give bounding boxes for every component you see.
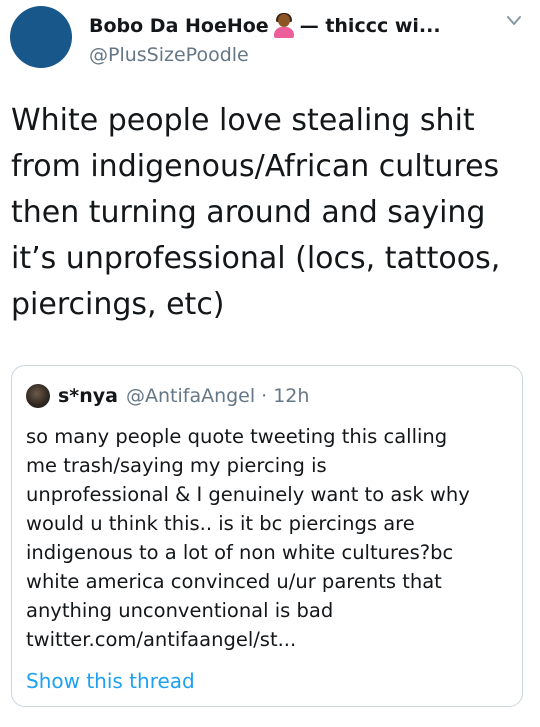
quoted-text-line: white america convinced u/ur parents tha… [26, 570, 442, 593]
quoted-text-line: me trash/saying my piercing is [26, 454, 327, 477]
quoted-text-line: anything unconventional is bad [26, 599, 334, 622]
quoted-author-display-name: s*nya [58, 385, 118, 407]
quoted-author-handle: @AntifaAngel [125, 385, 256, 407]
quoted-tweet-header: s*nya @AntifaAngel · 12h [26, 384, 309, 408]
quoted-text-line: unprofessional & I genuinely want to ask… [26, 483, 470, 506]
quoted-tweet-card[interactable]: s*nya @AntifaAngel · 12h so many people … [11, 365, 523, 707]
author-handle[interactable]: @PlusSizePoodle [89, 44, 249, 66]
quoted-text-line: indigenous to a lot of non white culture… [26, 541, 454, 564]
show-this-thread-link[interactable]: Show this thread [26, 669, 195, 693]
person-gesturing-no-icon [272, 13, 296, 38]
quoted-tweet-text: so many people quote tweeting this calli… [26, 422, 516, 654]
quoted-text-link[interactable]: twitter.com/antifaangel/st... [26, 625, 516, 654]
quoted-author-avatar [26, 384, 50, 408]
tweet-text: White people love stealing shit from ind… [11, 103, 501, 322]
author-name-suffix: — thiccc wi... [299, 15, 441, 37]
chevron-down-icon[interactable] [506, 15, 522, 27]
author-name-row[interactable]: Bobo Da HoeHoe — thiccc wi... [89, 13, 441, 38]
quoted-tweet-timestamp: 12h [273, 385, 310, 407]
header-separator: · [261, 385, 268, 407]
author-avatar[interactable] [10, 6, 72, 68]
quoted-text-line: so many people quote tweeting this calli… [26, 425, 448, 448]
quoted-text-line: would u think this.. is it bc piercings … [26, 512, 415, 535]
author-display-name: Bobo Da HoeHoe [89, 15, 269, 37]
